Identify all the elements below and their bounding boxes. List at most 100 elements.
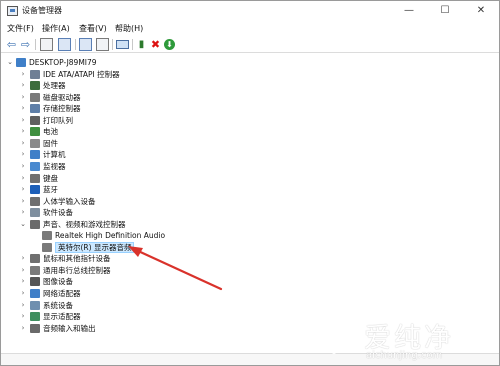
camera-icon [30, 277, 40, 287]
computer-icon [16, 58, 26, 67]
network-adapter-icon [30, 289, 40, 298]
mouse-icon [30, 254, 40, 264]
display-adapter-icon [30, 312, 40, 322]
tree-category[interactable]: › 键盘 [1, 173, 301, 184]
forward-button[interactable]: ⇨ [19, 38, 32, 51]
audio-device-icon [42, 242, 52, 252]
tree-category[interactable]: ⌄ 声音、视频和游戏控制器 [1, 219, 301, 230]
tree-category[interactable]: › 蓝牙 [1, 184, 301, 195]
tree-item-label: 打印队列 [43, 115, 73, 125]
expand-chevron-icon[interactable]: › [19, 149, 27, 160]
expand-chevron-icon[interactable]: › [19, 288, 27, 299]
tree-item-label: 固件 [43, 138, 58, 148]
expand-chevron-icon[interactable]: › [19, 92, 27, 103]
audio-device-icon [42, 231, 52, 241]
tree-category[interactable]: › 人体学输入设备 [1, 196, 301, 207]
scan-hardware-button[interactable] [116, 40, 129, 49]
tree-category[interactable]: › 软件设备 [1, 207, 301, 218]
expand-chevron-icon[interactable]: › [19, 253, 27, 264]
expand-chevron-icon[interactable]: › [19, 323, 27, 334]
computer-icon [30, 150, 40, 160]
back-button[interactable]: ⇦ [5, 38, 18, 51]
tree-category[interactable]: › 通用串行总线控制器 [1, 265, 301, 276]
uninstall-device-button[interactable]: ✖ [149, 38, 162, 51]
expand-chevron-icon[interactable]: › [19, 69, 27, 80]
expand-chevron-icon[interactable]: › [19, 103, 27, 114]
hid-icon [30, 196, 40, 206]
view-button[interactable] [96, 38, 109, 51]
collapse-chevron-icon[interactable]: ⌄ [19, 219, 27, 230]
tree-item-label: 通用串行总线控制器 [43, 265, 111, 275]
tree-category[interactable]: › 处理器 [1, 80, 301, 91]
tree-item-label: 英特尔(R) 显示器音频 [55, 241, 135, 253]
tree-item-label: 监视器 [43, 161, 66, 171]
expand-chevron-icon[interactable]: › [19, 126, 27, 137]
expand-chevron-icon[interactable]: › [19, 265, 27, 276]
menu-bar: 文件(F) 操作(A) 查看(V) 帮助(H) [1, 21, 499, 36]
tree-item-label: 电池 [43, 127, 58, 137]
expand-chevron-icon[interactable]: › [19, 311, 27, 322]
close-button[interactable]: ✕ [463, 1, 499, 21]
menu-action[interactable]: 操作(A) [42, 23, 70, 34]
expand-chevron-icon[interactable]: › [19, 184, 27, 195]
update-driver-button[interactable]: ▮ [135, 38, 148, 51]
tree-category[interactable]: › 固件 [1, 138, 301, 149]
menu-file[interactable]: 文件(F) [7, 23, 34, 34]
tree-item-label: 显示适配器 [43, 312, 81, 322]
minimize-button[interactable]: — [391, 1, 427, 21]
tree-device[interactable]: Realtek High Definition Audio [1, 230, 301, 241]
properties-button[interactable] [58, 38, 71, 51]
tree-category[interactable]: › 计算机 [1, 149, 301, 160]
expand-chevron-icon[interactable]: › [19, 161, 27, 172]
expand-chevron-icon[interactable]: › [19, 115, 27, 126]
system-device-icon [30, 300, 40, 310]
battery-icon [30, 127, 40, 137]
tree-category[interactable]: › 网络适配器 [1, 288, 301, 299]
expand-chevron-icon[interactable]: › [19, 300, 27, 311]
help-button[interactable] [79, 38, 92, 51]
audio-io-icon [30, 323, 40, 333]
tree-category[interactable]: › 存储控制器 [1, 103, 301, 114]
menu-help[interactable]: 帮助(H) [115, 23, 143, 34]
monitor-icon [30, 161, 40, 171]
expand-chevron-icon[interactable]: › [19, 196, 27, 207]
tree-item-label: DESKTOP-J89MI79 [29, 58, 97, 67]
tree-category[interactable]: › 磁盘驱动器 [1, 92, 301, 103]
tree-item-label: 人体学输入设备 [43, 196, 96, 206]
menu-view[interactable]: 查看(V) [79, 23, 107, 34]
maximize-button[interactable]: ☐ [427, 1, 463, 21]
sound-icon [30, 219, 40, 229]
tree-item-label: Realtek High Definition Audio [55, 231, 166, 241]
tree-item-label: 蓝牙 [43, 185, 58, 195]
tree-category[interactable]: › 鼠标和其他指针设备 [1, 253, 301, 264]
window-title: 设备管理器 [22, 6, 62, 15]
tree-category[interactable]: › 音频输入和输出 [1, 323, 301, 334]
tree-category[interactable]: › 系统设备 [1, 300, 301, 311]
collapse-chevron-icon[interactable]: ⌄ [6, 57, 14, 68]
tree-category[interactable]: › 显示适配器 [1, 311, 301, 322]
firmware-icon [30, 138, 40, 148]
tree-device-selected[interactable]: 英特尔(R) 显示器音频 [1, 241, 301, 253]
enable-device-button[interactable]: ⬇ [164, 39, 175, 50]
tree-category[interactable]: › 电池 [1, 126, 301, 137]
processor-icon [30, 81, 40, 91]
tree-item-label: 声音、视频和游戏控制器 [43, 219, 126, 229]
tree-category[interactable]: › IDE ATA/ATAPI 控制器 [1, 69, 301, 80]
expand-chevron-icon[interactable]: › [19, 138, 27, 149]
expand-chevron-icon[interactable]: › [19, 276, 27, 287]
toolbar-separator [75, 39, 76, 50]
printer-icon [30, 115, 40, 125]
expand-chevron-icon[interactable]: › [19, 173, 27, 184]
tree-item-label: 磁盘驱动器 [43, 92, 81, 102]
expand-chevron-icon[interactable]: › [19, 80, 27, 91]
tree-root-computer[interactable]: ⌄ DESKTOP-J89MI79 [1, 57, 301, 68]
show-hide-tree-button[interactable] [40, 38, 53, 51]
disk-drive-icon [30, 92, 40, 102]
tree-category[interactable]: › 打印队列 [1, 115, 301, 126]
watermark-url: aichunjing.com [366, 350, 443, 361]
tree-category[interactable]: › 监视器 [1, 161, 301, 172]
tree-item-label: 网络适配器 [43, 289, 81, 298]
tree-category[interactable]: › 图像设备 [1, 276, 301, 287]
device-tree: ⌄ DESKTOP-J89MI79 › IDE ATA/ATAPI 控制器 › 处理器 › 磁… [1, 55, 499, 345]
expand-chevron-icon[interactable]: › [19, 207, 27, 218]
